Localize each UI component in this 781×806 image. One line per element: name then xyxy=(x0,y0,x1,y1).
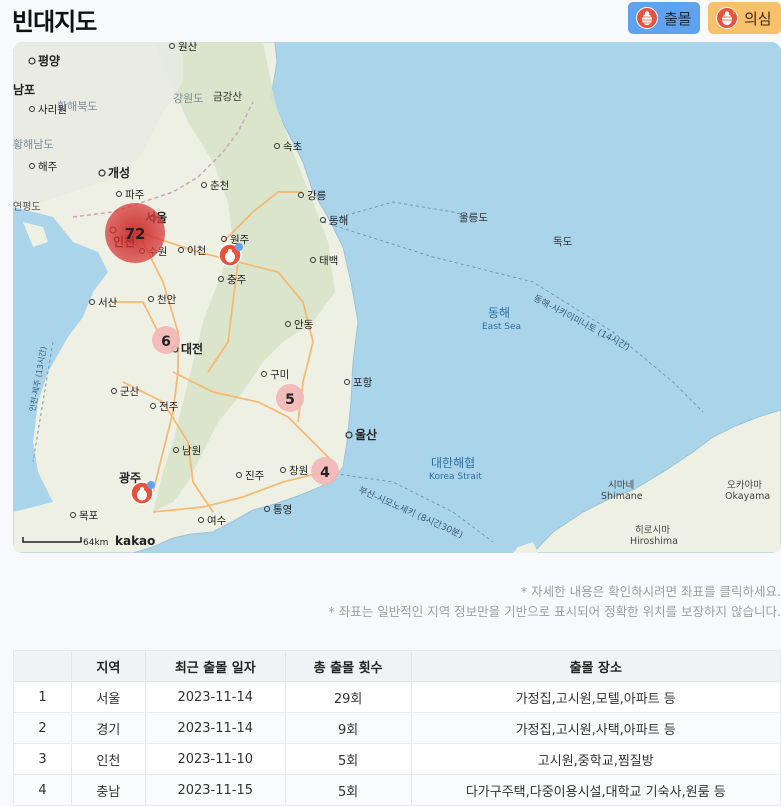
cell-place: 다가구주택,다중이용시설,대학교 기숙사,원룸 등 xyxy=(410,774,781,806)
cell-index: 2 xyxy=(13,712,72,744)
kakao-logo: kakao xyxy=(115,534,155,548)
table-row[interactable]: 1 서울 2023-11-14 29회 가정집,고시원,모텔,아파트 등 xyxy=(13,681,781,713)
cell-index: 4 xyxy=(13,774,72,806)
city-label: 통영 xyxy=(273,504,292,516)
city-label: 독도 xyxy=(553,236,573,248)
note-accuracy: * 좌표는 일반적인 지역 정보만을 기반으로 표시되어 정확한 위치를 보장하… xyxy=(328,604,781,619)
city-label: 이천 xyxy=(187,245,206,257)
city-label: 파주 xyxy=(125,189,145,201)
bedbug-question-icon: ? xyxy=(716,7,738,29)
table-row[interactable]: 3 인천 2023-11-10 5회 고시원,중학교,찜질방 xyxy=(13,743,781,775)
page-header: 빈대지도 출몰 ? 의심 xyxy=(0,0,781,42)
cluster-count: 4 xyxy=(320,465,330,481)
sea-label: 대한해협 xyxy=(431,456,475,470)
cluster-daegu[interactable]: 5 xyxy=(276,384,304,412)
city-label: 울산 xyxy=(355,427,377,442)
city-label: Okayama xyxy=(725,491,770,502)
city-label: 서산 xyxy=(98,297,118,309)
cell-region: 경기 xyxy=(70,712,146,744)
region-label: 연평도 xyxy=(13,201,41,213)
suspect-filter-button[interactable]: ? 의심 xyxy=(708,2,781,34)
cell-place: 가정집,고시원,모텔,아파트 등 xyxy=(410,681,781,713)
city-label: 대전 xyxy=(181,341,203,356)
city-label: 진주 xyxy=(245,470,265,482)
outbreak-label: 출몰 xyxy=(664,9,692,28)
city-label: 목포 xyxy=(79,510,99,522)
cell-count: 5회 xyxy=(284,774,412,806)
city-label: 히로시마 xyxy=(635,525,670,536)
sea-label: 동해 xyxy=(488,306,510,320)
city-label: 춘천 xyxy=(210,180,229,192)
city-label: Shimane xyxy=(601,491,643,502)
city-label: 오카야마 xyxy=(727,480,762,491)
cell-region: 서울 xyxy=(70,681,146,713)
region-label: 황해남도 xyxy=(13,137,53,151)
cluster-count: 6 xyxy=(161,334,171,350)
outbreak-table: 지역 최근 출몰 일자 총 출몰 횟수 출몰 장소 1 서울 2023-11-1… xyxy=(13,650,781,806)
city-label: 평양 xyxy=(38,53,60,68)
cell-index: 3 xyxy=(13,743,72,775)
scale-label: 64km xyxy=(83,538,108,548)
city-label: 군산 xyxy=(120,386,140,398)
cell-region: 인천 xyxy=(70,743,146,775)
col-header-date: 최근 출몰 일자 xyxy=(144,650,286,682)
city-label: 전주 xyxy=(159,401,179,413)
cell-date: 2023-11-10 xyxy=(144,743,286,775)
cell-place: 고시원,중학교,찜질방 xyxy=(410,743,781,775)
outbreak-filter-button[interactable]: 출몰 xyxy=(628,2,700,34)
city-label: 여수 xyxy=(207,515,227,527)
city-label: 해주 xyxy=(38,160,58,173)
city-label: 남원 xyxy=(182,445,201,457)
city-label: 사리원 xyxy=(38,104,67,116)
region-label: 강원도 xyxy=(173,92,203,105)
city-label: 시마네 xyxy=(608,480,634,491)
city-label: 동해 xyxy=(329,214,348,227)
sea-label: East Sea xyxy=(482,322,521,332)
city-label: 구미 xyxy=(270,369,289,381)
cell-count: 9회 xyxy=(284,712,412,744)
city-label: 속초 xyxy=(283,141,303,153)
city-label: 포항 xyxy=(353,377,373,389)
cluster-busan[interactable]: 4 xyxy=(311,457,339,485)
table-row[interactable]: 4 충남 2023-11-15 5회 다가구주택,다중이용시설,대학교 기숙사,… xyxy=(13,774,781,806)
svg-text:?: ? xyxy=(732,8,736,16)
city-label: 태백 xyxy=(319,255,338,267)
city-label: 천안 xyxy=(157,294,177,306)
col-header-place: 출몰 장소 xyxy=(410,650,781,682)
cell-date: 2023-11-14 xyxy=(144,681,286,713)
bedbug-map[interactable]: 강원도 금강산 황해북도 황해남도 연평도 평양 원산 남포 사리원 해주 개성… xyxy=(13,42,781,553)
cell-date: 2023-11-14 xyxy=(144,712,286,744)
col-header-region: 지역 xyxy=(70,650,146,682)
page-title: 빈대지도 xyxy=(12,8,97,36)
city-label: 남포 xyxy=(13,82,35,97)
table-header-row: 지역 최근 출몰 일자 총 출몰 횟수 출몰 장소 xyxy=(13,650,781,682)
suspect-label: 의심 xyxy=(744,9,772,28)
city-label: 울릉도 xyxy=(459,212,488,224)
city-label: 안동 xyxy=(294,319,314,331)
cell-count: 29회 xyxy=(284,681,412,713)
city-label: 충주 xyxy=(227,274,247,286)
cluster-seoul[interactable]: 72 xyxy=(105,203,165,263)
city-label: 창원 xyxy=(289,465,308,477)
city-label: Hiroshima xyxy=(630,536,678,547)
note-click: * 자세한 내용은 확인하시려면 좌표를 클릭하세요. xyxy=(520,584,781,599)
cell-date: 2023-11-15 xyxy=(144,774,286,806)
cell-place: 가정집,고시원,사택,아파트 등 xyxy=(410,712,781,744)
city-label: 강릉 xyxy=(307,190,327,202)
col-header-index xyxy=(13,650,72,682)
region-label: 금강산 xyxy=(213,91,242,103)
city-label: 원산 xyxy=(178,42,198,53)
sea-label: Korea Strait xyxy=(429,472,482,482)
cluster-count: 5 xyxy=(285,392,295,408)
cell-region: 충남 xyxy=(70,774,146,806)
cluster-count: 72 xyxy=(125,225,146,243)
city-label: 개성 xyxy=(108,166,130,180)
bedbug-icon xyxy=(636,7,658,29)
cell-index: 1 xyxy=(13,681,72,713)
cell-count: 5회 xyxy=(284,743,412,775)
table-row[interactable]: 2 경기 2023-11-14 9회 가정집,고시원,사택,아파트 등 xyxy=(13,712,781,744)
cluster-daejeon[interactable]: 6 xyxy=(152,326,180,354)
col-header-count: 총 출몰 횟수 xyxy=(284,650,412,682)
